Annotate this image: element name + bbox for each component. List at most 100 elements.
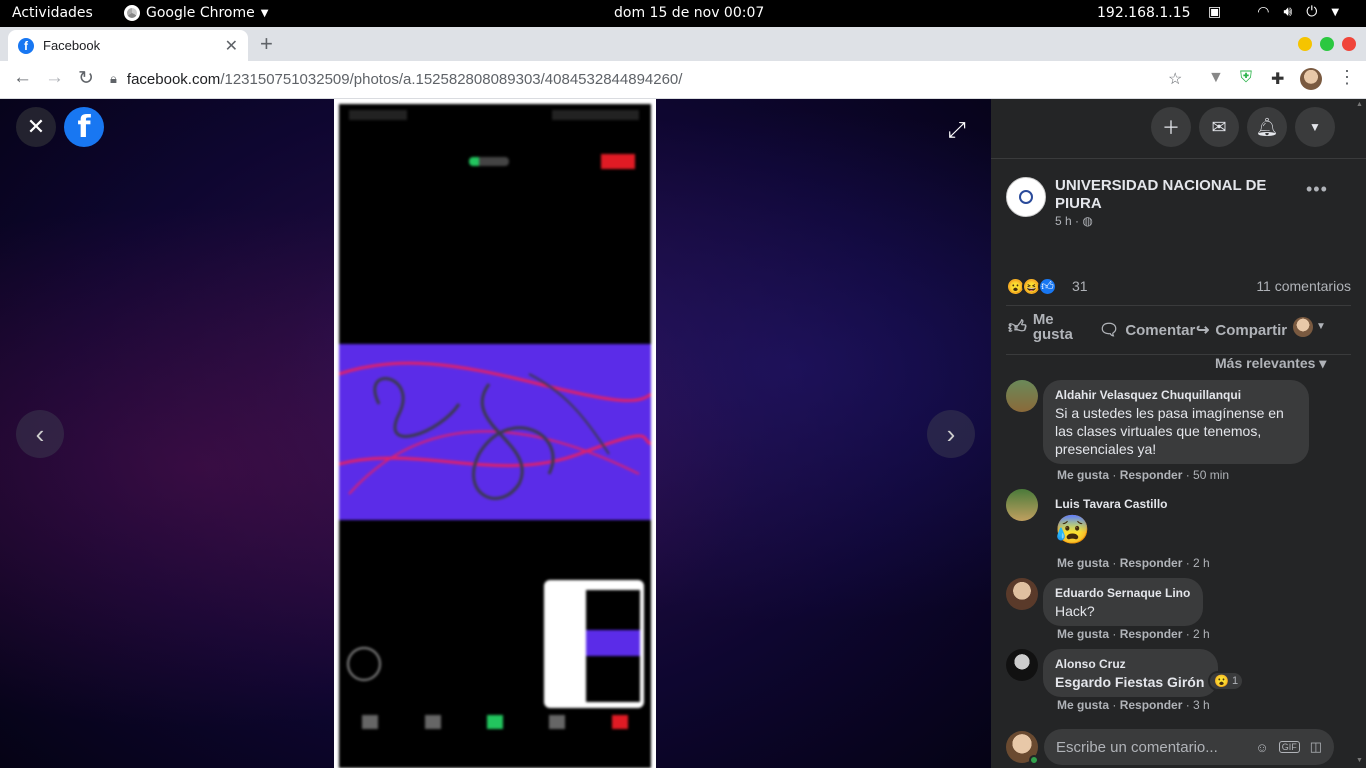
- like-label: Me gusta: [1032, 311, 1073, 343]
- scrollbar-down-icon[interactable]: ▼: [1356, 757, 1363, 764]
- window-controls: [1298, 37, 1356, 51]
- notifications-bell-icon[interactable]: 🔔︎: [1247, 107, 1287, 147]
- volume-icon[interactable]: 🔊︎: [1283, 4, 1292, 20]
- post-timestamp[interactable]: 5 h · ◍: [1055, 214, 1093, 228]
- comment-text: Si a ustedes les pasa imagínense en las …: [1055, 405, 1284, 457]
- comment-emoji: 😰: [1055, 514, 1090, 545]
- app-menu[interactable]: Google Chrome ▼: [124, 5, 268, 21]
- comment-composer: Escribe un comentario... ☺ GIF ◫: [1006, 729, 1351, 765]
- page-name[interactable]: UNIVERSIDAD NACIONAL DE PIURA: [1055, 177, 1295, 213]
- commenter-name[interactable]: Eduardo Sernaque Lino: [1055, 586, 1191, 600]
- clock[interactable]: dom 15 de nov 00:07: [614, 5, 764, 21]
- comment-like-link[interactable]: Me gusta: [1057, 556, 1109, 570]
- commenter-name[interactable]: Luis Tavara Castillo: [1055, 497, 1231, 511]
- comment-like-link[interactable]: Me gusta: [1057, 468, 1109, 482]
- comment-input[interactable]: Escribe un comentario... ☺ GIF ◫: [1044, 729, 1334, 765]
- comment-time[interactable]: 2 h: [1193, 556, 1210, 570]
- minimize-button[interactable]: [1298, 37, 1312, 51]
- comment-icon: 🗨︎: [1099, 322, 1120, 339]
- wifi-icon[interactable]: ◠: [1257, 4, 1269, 20]
- commenter-name[interactable]: Alonso Cruz: [1055, 657, 1206, 671]
- next-photo-button[interactable]: ›: [927, 410, 975, 458]
- close-viewer-button[interactable]: ✕: [16, 107, 56, 147]
- commenter-avatar[interactable]: [1006, 578, 1038, 610]
- facebook-favicon-icon: f: [18, 37, 34, 54]
- comment-bubble: Aldahir Velasquez Chuquillanqui Si a ust…: [1043, 380, 1309, 464]
- commenter-avatar[interactable]: [1006, 380, 1038, 412]
- comment-reply-link[interactable]: Responder: [1120, 468, 1183, 482]
- close-tab-icon[interactable]: ✕: [225, 36, 238, 56]
- back-icon[interactable]: ←: [13, 67, 32, 89]
- comments-count[interactable]: 11 comentarios: [1256, 278, 1351, 294]
- actor-avatar[interactable]: [1293, 317, 1313, 337]
- maximize-button[interactable]: [1320, 37, 1334, 51]
- messenger-icon[interactable]: ✉: [1199, 107, 1239, 147]
- forward-icon[interactable]: →: [45, 67, 64, 89]
- indicator-icon[interactable]: ▣: [1208, 4, 1221, 20]
- power-icon[interactable]: ⏻: [1306, 4, 1317, 20]
- share-label: Compartir: [1215, 321, 1288, 339]
- comment-meta: Me gusta · Responder · 2 h: [1057, 627, 1210, 641]
- comment-meta: Me gusta · Responder · 50 min: [1057, 468, 1230, 482]
- comment-placeholder: Escribe un comentario...: [1056, 738, 1218, 756]
- comment-sort-dropdown[interactable]: Más relevantes ▾: [1215, 355, 1326, 372]
- chevron-down-icon[interactable]: ▼: [1331, 7, 1339, 20]
- comment-reply-link[interactable]: Responder: [1120, 698, 1183, 712]
- profile-avatar[interactable]: [1300, 68, 1322, 90]
- comment-like-link[interactable]: Me gusta: [1057, 627, 1109, 641]
- mini-preview: [586, 590, 640, 702]
- emoji-icon[interactable]: ☺: [1255, 740, 1268, 755]
- comment-button[interactable]: 🗨︎ Comentar: [1099, 320, 1195, 340]
- comment-label: Comentar: [1125, 321, 1196, 339]
- extensions-puzzle-icon[interactable]: ✚: [1271, 69, 1284, 89]
- address-bar[interactable]: 🔒︎ facebook.com /123150751032509/photos/…: [110, 64, 1200, 94]
- tab-facebook[interactable]: f Facebook ✕: [8, 30, 248, 61]
- browser-menu-icon[interactable]: ⋮: [1338, 67, 1356, 88]
- chevron-down-icon[interactable]: ▼: [1316, 321, 1326, 332]
- photo-viewer: ✕ f ‹ › ⤢: [0, 99, 991, 768]
- comment-meta: Me gusta · Responder · 2 h: [1057, 556, 1210, 570]
- toolbar-shape: [486, 715, 503, 729]
- reload-icon[interactable]: ↻: [78, 67, 94, 90]
- gif-icon[interactable]: GIF: [1278, 741, 1300, 753]
- lock-icon[interactable]: 🔒︎: [110, 71, 117, 87]
- facebook-logo-icon[interactable]: f: [64, 107, 104, 147]
- shield-icon[interactable]: ⛨: [1240, 69, 1252, 87]
- system-tray[interactable]: ▣ ◠ 🔊︎ ⏻ ▼: [1208, 4, 1339, 20]
- create-plus-icon[interactable]: ＋: [1151, 107, 1191, 147]
- fullscreen-icon[interactable]: ⤢: [948, 117, 966, 143]
- activities-button[interactable]: Actividades: [12, 5, 93, 21]
- comment-time[interactable]: 2 h: [1193, 627, 1210, 641]
- comment-mention[interactable]: Esgardo Fiestas Girón: [1055, 673, 1206, 691]
- comment-text: Hack?: [1055, 603, 1095, 619]
- reaction-count[interactable]: 31: [1072, 278, 1088, 294]
- new-tab-button[interactable]: +: [260, 31, 273, 57]
- close-window-button[interactable]: [1342, 37, 1356, 51]
- previous-photo-button[interactable]: ‹: [16, 410, 64, 458]
- comment-time[interactable]: 50 min: [1193, 468, 1229, 482]
- sticker-icon[interactable]: ◫: [1310, 739, 1322, 755]
- phone-toolbar: [339, 702, 651, 742]
- university-seal-icon: [1019, 190, 1033, 204]
- comment-time[interactable]: 3 h: [1193, 698, 1210, 712]
- comment-reaction-badge[interactable]: 😮 1: [1208, 671, 1245, 691]
- zoom-indicator: [469, 157, 509, 166]
- scrollbar-up-icon[interactable]: ▲: [1356, 101, 1363, 108]
- toolbar-shape: [549, 715, 566, 729]
- page-avatar[interactable]: [1006, 177, 1046, 217]
- commenter-avatar[interactable]: [1006, 649, 1038, 681]
- comment-reply-link[interactable]: Responder: [1120, 627, 1183, 641]
- post-sidebar: ＋ ✉ 🔔︎ ▼ UNIVERSIDAD NACIONAL DE PIURA 5…: [991, 99, 1366, 768]
- comment-like-link[interactable]: Me gusta: [1057, 698, 1109, 712]
- share-button[interactable]: ↪ Compartir: [1196, 320, 1287, 340]
- account-menu-icon[interactable]: ▼: [1295, 107, 1335, 147]
- ip-address: 192.168.1.15: [1097, 5, 1191, 21]
- extension-v-icon[interactable]: ▼: [1208, 69, 1224, 87]
- commenter-name[interactable]: Aldahir Velasquez Chuquillanqui: [1055, 388, 1297, 402]
- post-options-icon[interactable]: •••: [1306, 179, 1328, 200]
- reaction-summary[interactable]: 😮 😆 👍︎ 31 11 comentarios: [1006, 277, 1351, 297]
- comment-reply-link[interactable]: Responder: [1120, 556, 1183, 570]
- bookmark-star-icon[interactable]: ☆: [1168, 69, 1182, 89]
- like-button[interactable]: 👍︎ Me gusta: [1008, 312, 1077, 342]
- commenter-avatar[interactable]: [1006, 489, 1038, 521]
